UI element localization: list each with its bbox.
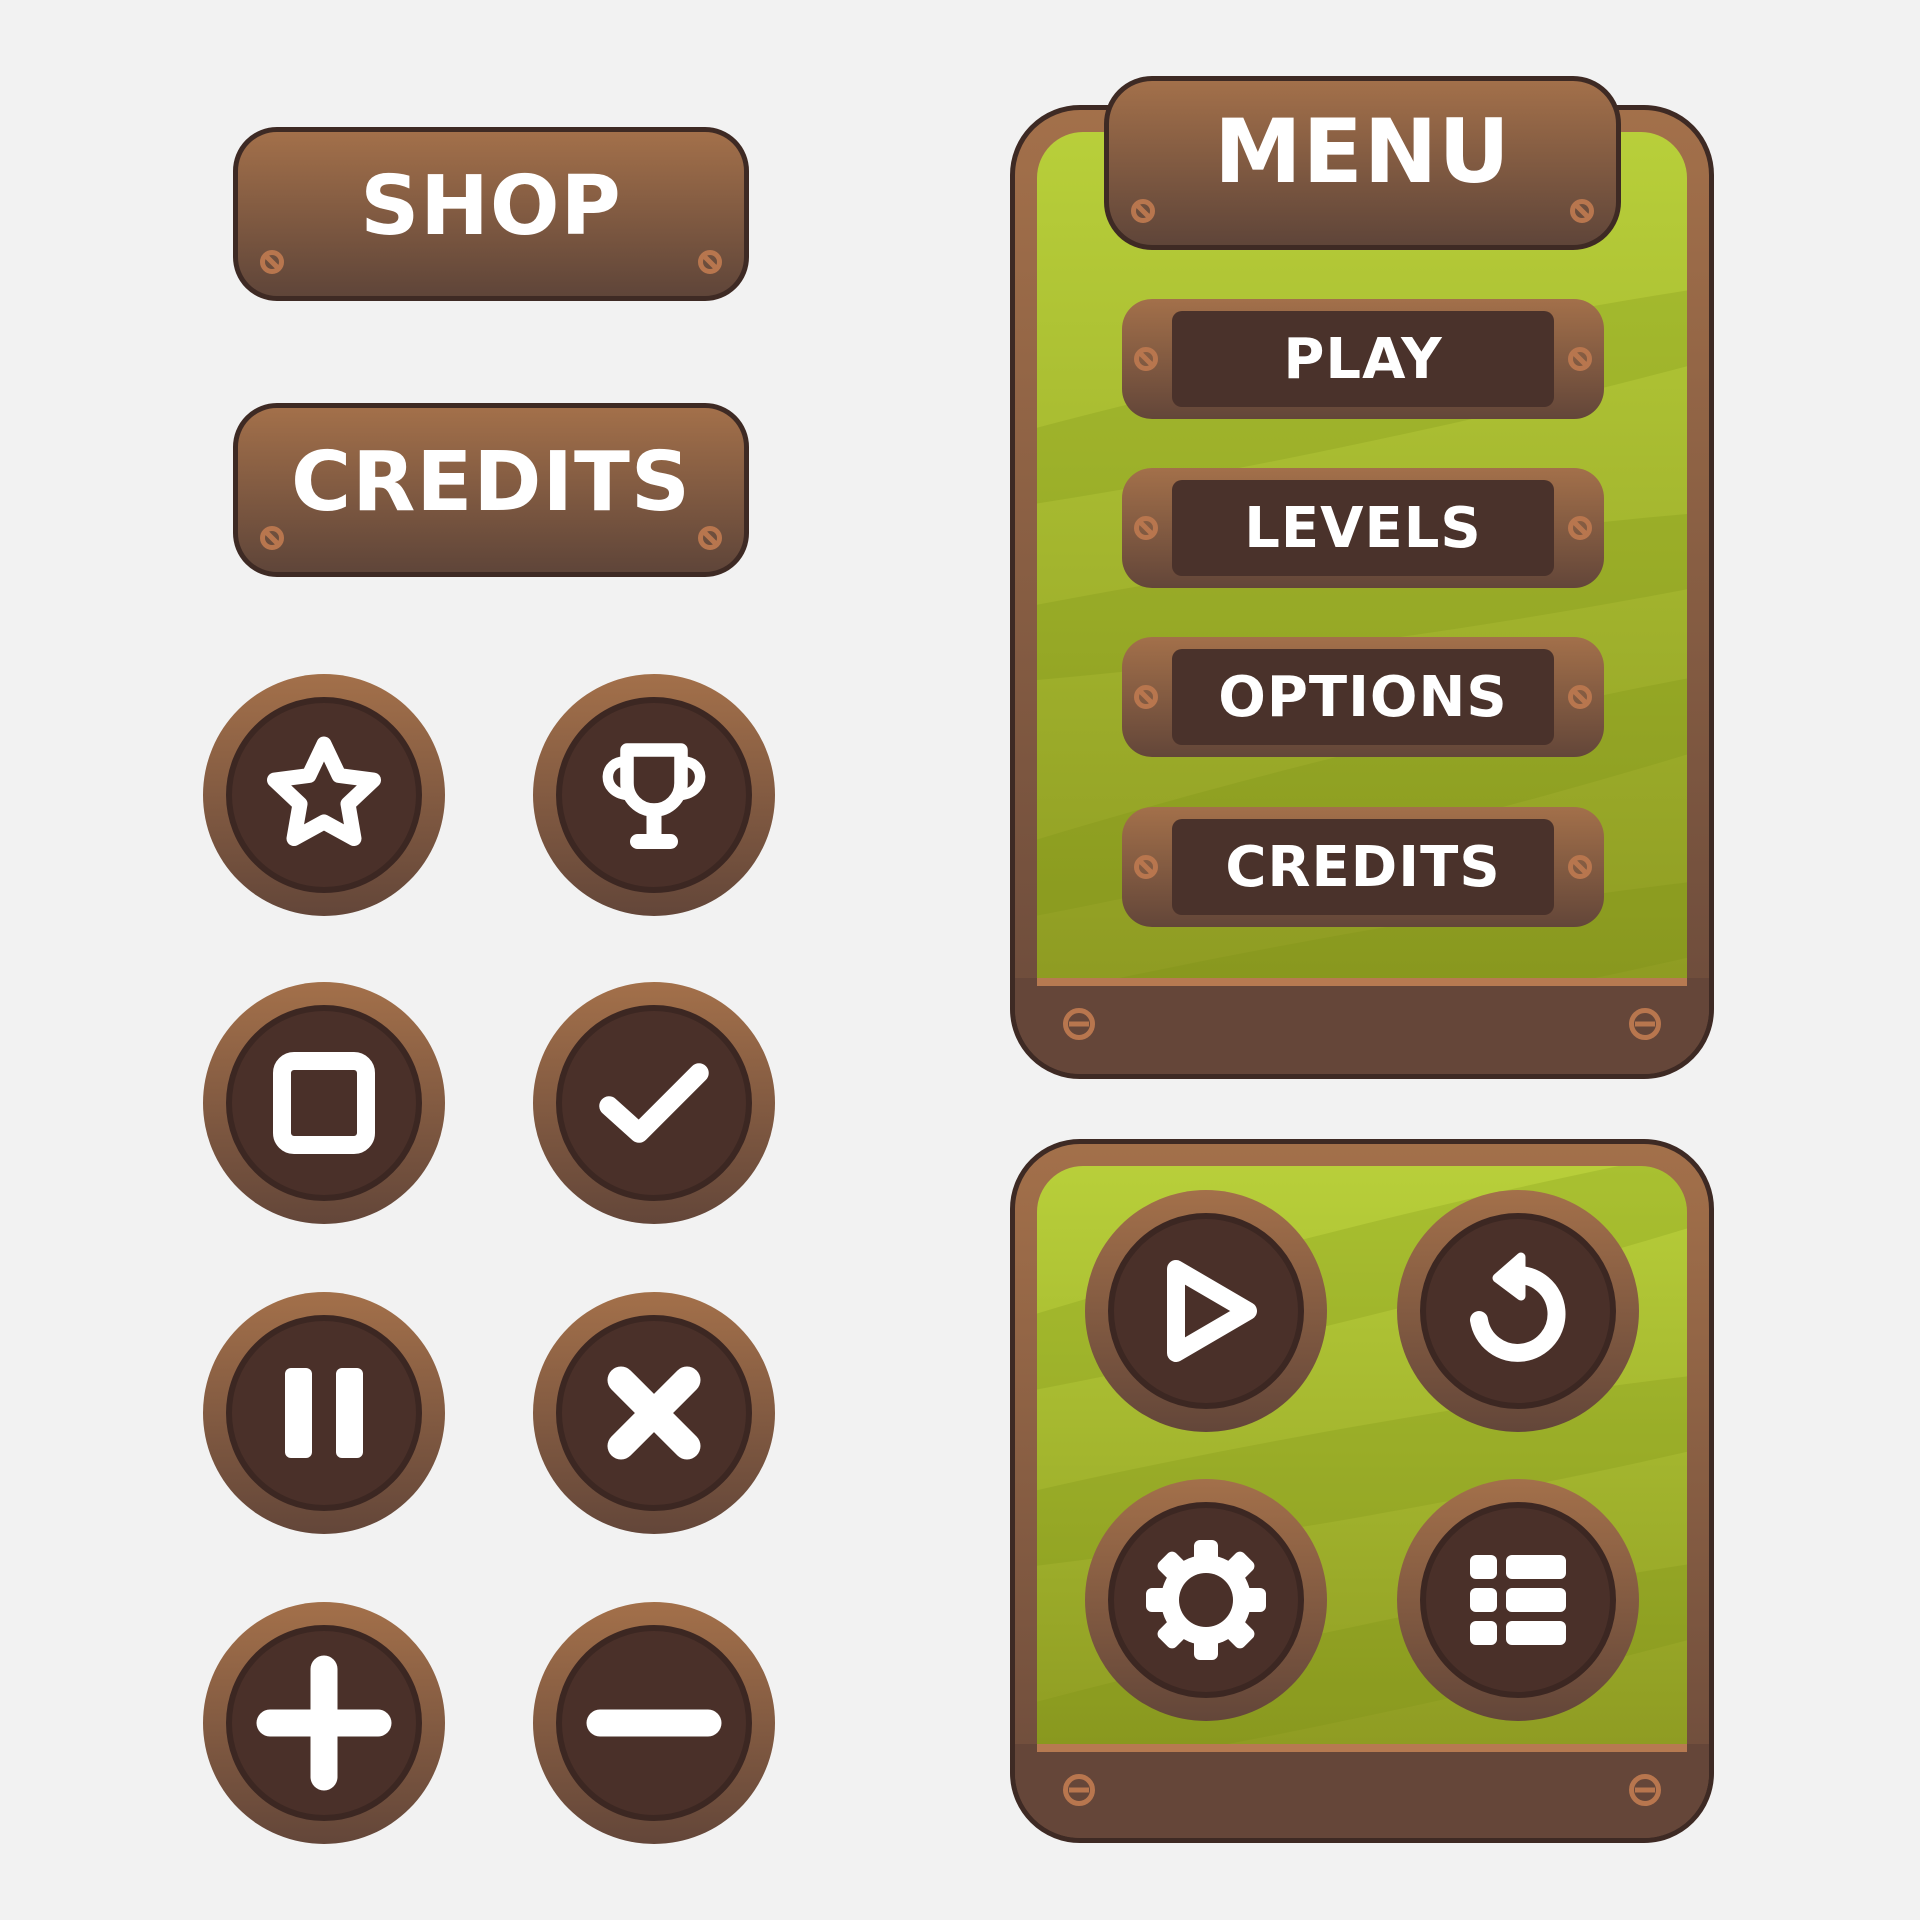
minus-icon <box>586 1709 722 1737</box>
pause-icon <box>285 1368 363 1458</box>
screw-icon <box>1568 855 1592 879</box>
panel-bottom-band <box>1015 978 1709 1074</box>
screw-icon <box>1629 1008 1661 1040</box>
restart-icon <box>1470 1252 1566 1362</box>
menu-title-plate: MENU <box>1104 76 1621 250</box>
menu-panel <box>1010 105 1714 1079</box>
screw-icon <box>1131 199 1155 223</box>
screw-icon <box>1568 516 1592 540</box>
screw-icon <box>698 250 722 274</box>
panel-bottom-band <box>1015 1744 1709 1838</box>
screw-icon <box>1134 347 1158 371</box>
menu-title: MENU <box>1214 99 1511 203</box>
trophy-icon <box>602 743 706 849</box>
menu-item-label: LEVELS <box>1244 495 1482 561</box>
close-button[interactable] <box>533 1292 775 1534</box>
screw-icon <box>1568 347 1592 371</box>
menu-item-label: PLAY <box>1283 326 1443 392</box>
menu-item-play[interactable]: PLAY <box>1122 299 1604 419</box>
restart-button[interactable] <box>1397 1190 1639 1432</box>
menu-item-label: OPTIONS <box>1218 664 1508 730</box>
trophy-button[interactable] <box>533 674 775 916</box>
settings-button[interactable] <box>1085 1479 1327 1721</box>
screw-icon <box>1134 685 1158 709</box>
list-button[interactable] <box>1397 1479 1639 1721</box>
screw-icon <box>1570 199 1594 223</box>
checkmark-icon <box>599 1063 709 1143</box>
plus-icon <box>256 1655 392 1791</box>
screw-icon <box>1134 516 1158 540</box>
play-icon <box>1167 1260 1257 1362</box>
menu-item-options[interactable]: OPTIONS <box>1122 637 1604 757</box>
screw-icon <box>1063 1774 1095 1806</box>
menu-item-label: CREDITS <box>1225 834 1501 900</box>
screw-icon <box>1568 685 1592 709</box>
screw-icon <box>260 250 284 274</box>
play-button[interactable] <box>1085 1190 1327 1432</box>
screw-icon <box>260 526 284 550</box>
confirm-button[interactable] <box>533 982 775 1224</box>
minus-button[interactable] <box>533 1602 775 1844</box>
close-x-icon <box>607 1366 701 1460</box>
menu-item-levels[interactable]: LEVELS <box>1122 468 1604 588</box>
screw-icon <box>1629 1774 1661 1806</box>
screw-icon <box>1134 855 1158 879</box>
credits-button[interactable]: CREDITS <box>233 403 749 577</box>
star-button[interactable] <box>203 674 445 916</box>
plus-button[interactable] <box>203 1602 445 1844</box>
settings-gear-icon <box>1146 1540 1266 1660</box>
shop-button-label: SHOP <box>360 158 622 254</box>
list-menu-icon <box>1470 1555 1566 1645</box>
credits-button-label: CREDITS <box>291 434 691 530</box>
stop-button[interactable] <box>203 982 445 1224</box>
menu-item-credits[interactable]: CREDITS <box>1122 807 1604 927</box>
pause-button[interactable] <box>203 1292 445 1534</box>
star-icon <box>267 736 381 846</box>
stop-square-icon <box>273 1052 375 1154</box>
shop-button[interactable]: SHOP <box>233 127 749 301</box>
screw-icon <box>1063 1008 1095 1040</box>
screw-icon <box>698 526 722 550</box>
